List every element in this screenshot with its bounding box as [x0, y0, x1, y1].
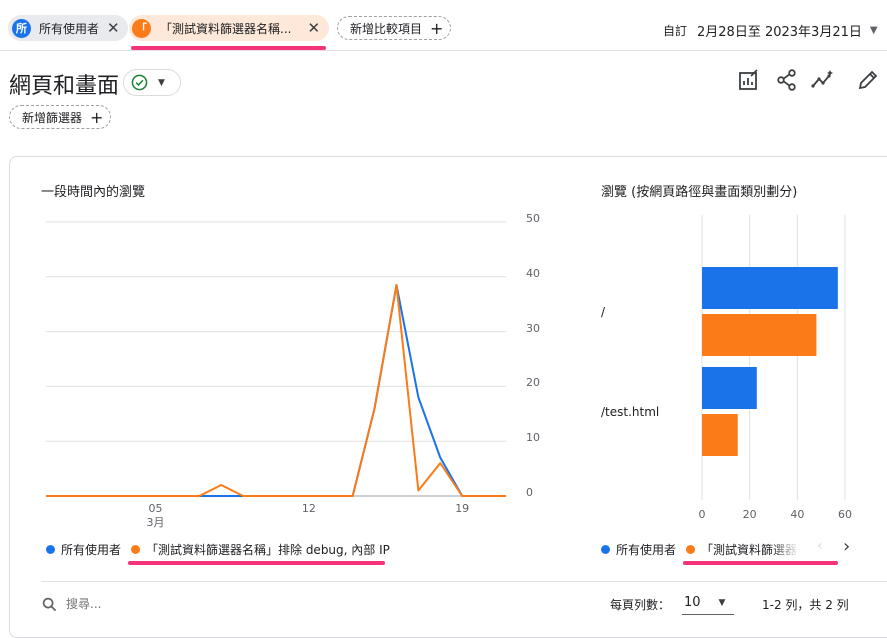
legend-test-filter[interactable]: 「測試資料篩選器名稱」排除 debug, 內部 IP	[131, 541, 390, 558]
chevron-right-icon[interactable]: ›	[843, 536, 850, 557]
legend-dot-orange	[131, 545, 140, 554]
bar-test-filter	[702, 414, 738, 456]
bar-test-filter	[702, 314, 817, 356]
bar-all-users	[702, 367, 757, 409]
highlight-underline	[128, 561, 385, 565]
chevron-left-icon[interactable]: ‹	[817, 538, 823, 554]
bar-legend-all-users[interactable]: 所有使用者	[601, 541, 676, 558]
legend-dot-orange	[686, 545, 695, 554]
legend-fade	[770, 538, 800, 558]
x-tick-label: 20	[742, 508, 757, 521]
x-tick-label: 0	[698, 508, 706, 521]
rows-per-page-label: 每頁列數：	[610, 598, 671, 612]
x-tick-label: 40	[790, 508, 805, 521]
legend-dot-blue	[46, 545, 55, 554]
rows-per-page-value: 10	[684, 595, 701, 610]
legend-dot-blue	[601, 545, 610, 554]
legend-all-users-label: 所有使用者	[61, 543, 122, 557]
bar-chart[interactable]	[0, 0, 887, 620]
rows-per-page-select[interactable]: 10 ▼	[682, 591, 734, 615]
legend-all-users[interactable]: 所有使用者	[46, 541, 121, 558]
search-icon	[42, 597, 57, 612]
category-label: /test.html	[601, 405, 660, 419]
bar-legend-all-users-label: 所有使用者	[616, 543, 677, 557]
caret-down-icon: ▼	[718, 597, 726, 608]
legend-test-filter-label: 「測試資料篩選器名稱」排除 debug, 內部 IP	[146, 543, 390, 557]
category-label: /	[601, 305, 606, 319]
divider	[41, 581, 887, 582]
x-tick-label: 60	[838, 508, 852, 521]
bar-all-users	[702, 267, 838, 309]
highlight-underline	[683, 561, 838, 565]
pagination-text: 1-2 列，共 2 列	[762, 598, 849, 612]
search-input[interactable]	[66, 594, 266, 614]
